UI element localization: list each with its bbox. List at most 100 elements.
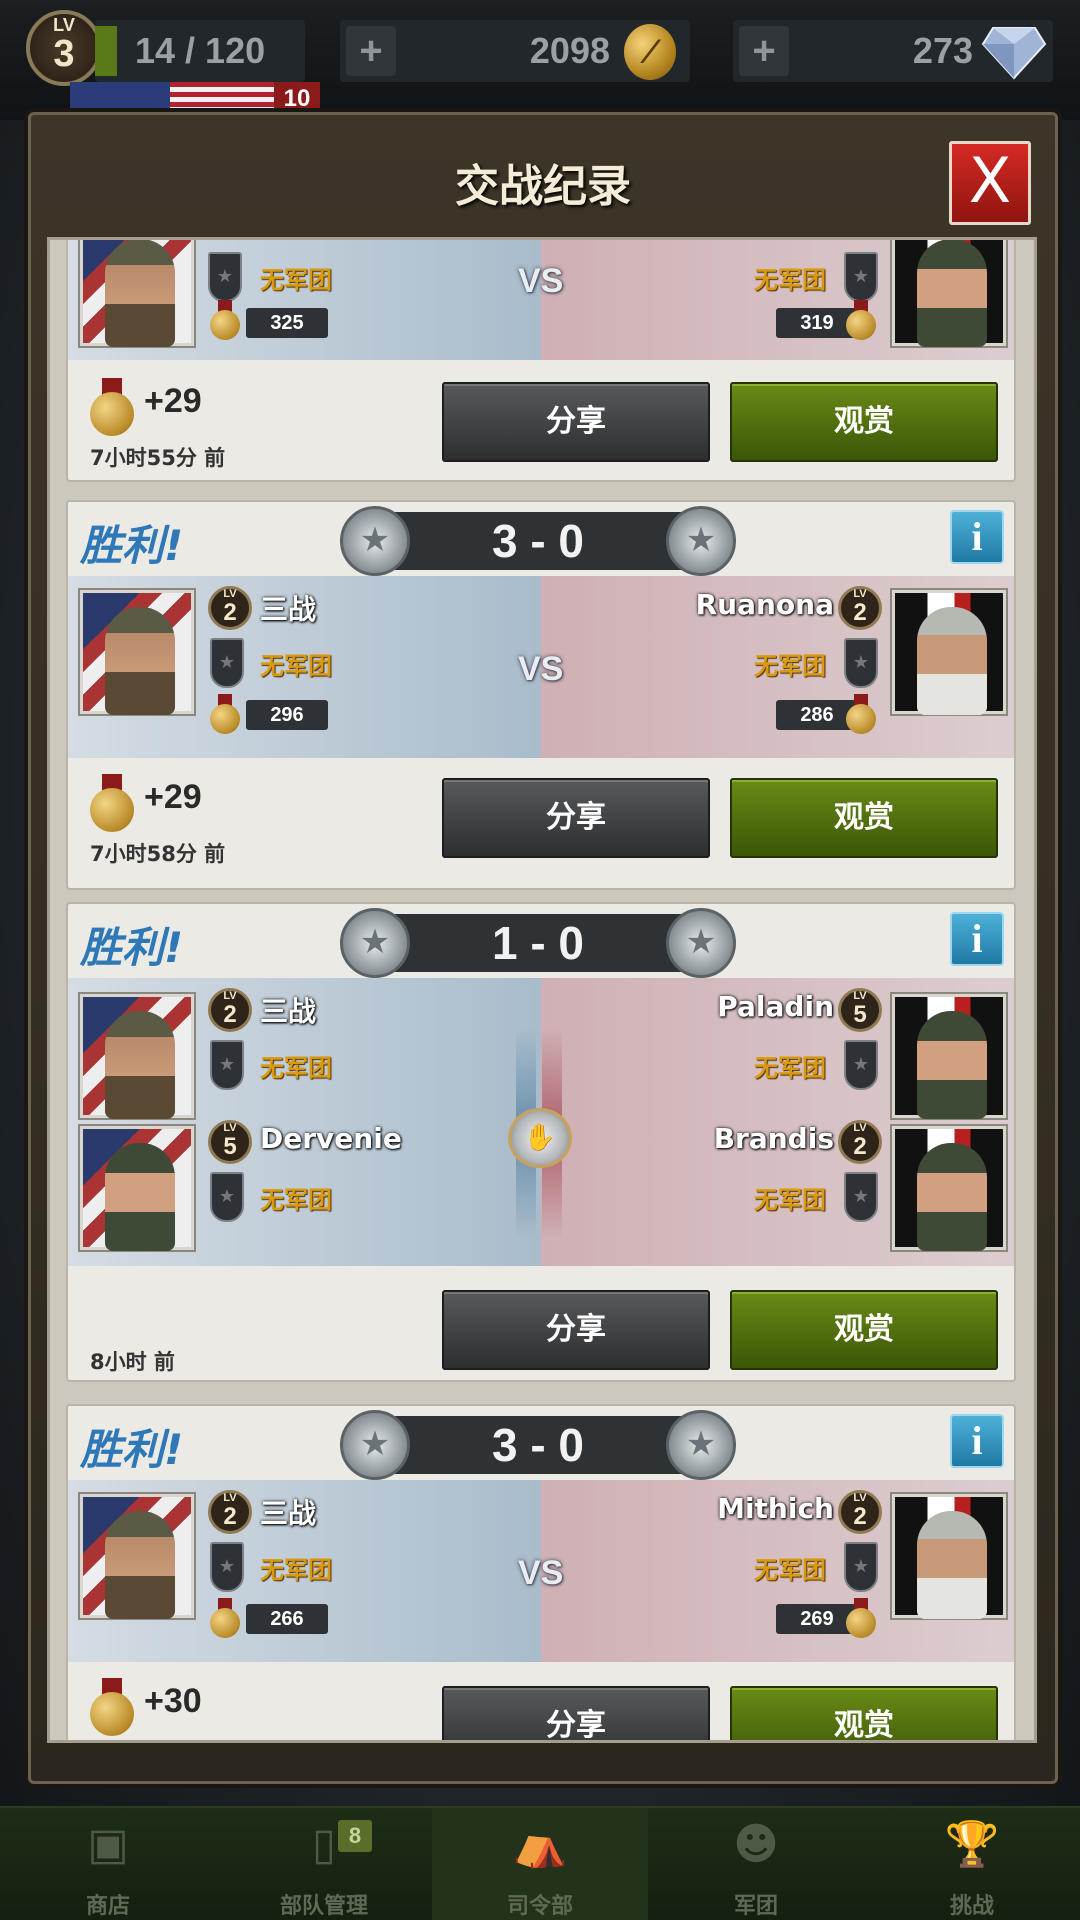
battle-record-card: ★ 无军团 325 VS 无军团 ★ 319 +29 7小时55分 前 分享 观… [66,240,1016,482]
player-portrait[interactable] [80,1494,194,1619]
tab-troops[interactable]: ▯ 8 部队管理 [216,1808,432,1920]
share-button[interactable]: 分享 [442,382,710,462]
tab-hq[interactable]: ⛺ 司令部 [432,1808,648,1920]
corps-label: 无军团 [260,266,332,294]
player-portrait[interactable] [80,240,194,347]
corps-shield-icon: ★ [844,252,878,302]
medal-gain: +29 [144,382,202,420]
diamond-icon [981,27,1047,80]
level-badge: LV 2 [208,988,252,1032]
corps-label: 无军团 [260,1186,332,1214]
teammate-name: Dervenie [260,1122,402,1155]
trophy-icon: 🏆 [944,1819,1000,1870]
corps-shield-icon: ★ [210,1542,244,1592]
hq-icon: ⛺ [512,1819,568,1870]
medal-score: 296 [246,700,328,730]
watch-button[interactable]: 观赏 [730,382,998,462]
opponent-portrait[interactable] [892,994,1006,1119]
notification-badge: 8 [338,1820,372,1852]
level-value: 2 [223,1001,237,1028]
tab-challenge[interactable]: 🏆 挑战 [864,1808,1080,1920]
flag-canton [70,82,170,116]
matchup-area: ★ 无军团 325 VS 无军团 ★ 319 [68,240,1014,360]
opponent-name: Paladin [717,990,834,1023]
player-portrait[interactable] [80,590,194,715]
gold-value: 2098 [529,30,610,71]
vs-label: VS [518,650,564,688]
player-name: 三战 [260,1497,317,1530]
vs-label: VS [518,1554,564,1592]
us-flag-banner: 10 [70,82,320,116]
medal-icon [210,1598,240,1638]
medal-icon [90,1678,134,1736]
corps-label: 无军团 [754,652,826,680]
corps-label: 无军团 [754,1054,826,1082]
score: 3 - 0 [491,515,585,567]
share-button[interactable]: 分享 [442,778,710,858]
level-badge: LV 2 [838,1490,882,1534]
level-value: 2 [853,1503,867,1530]
medal-icon [846,300,876,340]
corps-label: 无军团 [754,1186,826,1214]
corps-label: 无军团 [260,1556,332,1584]
teammate-portrait[interactable] [80,1126,194,1251]
level-badge: LV 2 [208,1490,252,1534]
medal-gain: +29 [144,778,202,816]
info-button[interactable]: i [950,912,1004,966]
tab-shop[interactable]: ▣ 商店 [0,1808,216,1920]
opponent-portrait[interactable] [892,240,1006,347]
share-button[interactable]: 分享 [442,1686,710,1740]
corps-shield-icon: ★ [844,638,878,688]
record-footer: +29 7小时55分 前 分享 观赏 [68,368,1014,478]
tab-label: 商店 [85,1894,130,1919]
watch-button[interactable]: 观赏 [730,1290,998,1370]
tab-label: 部队管理 [279,1894,368,1919]
bottom-tab-bar: ▣ 商店 ▯ 8 部队管理 ⛺ 司令部 ☻ 军团 🏆 挑战 [0,1806,1080,1920]
medal-icon [210,300,240,340]
player-level-badge[interactable]: LV 3 [26,10,102,86]
player-portrait[interactable] [80,994,194,1119]
battle-record-card: 胜利! ★ 1 - 0 ★ i LV 2 三战 ★ 无军团 LV 5 Derve… [66,902,1016,1382]
xp-counter: 14 / 120 [95,20,305,82]
level-value: 5 [223,1133,237,1160]
level-value: 2 [223,1503,237,1530]
corps-label: 无军团 [260,1054,332,1082]
gold-coin-icon: ⁄ [624,24,676,80]
time-ago: 8小时 前 [90,1350,175,1374]
level-badge: LV 2 [208,586,252,630]
info-button[interactable]: i [950,510,1004,564]
gem-value: 273 [912,30,973,71]
score-bar: ★ 3 - 0 ★ [340,1410,736,1480]
watch-button[interactable]: 观赏 [730,778,998,858]
medal-gain: +30 [144,1682,202,1720]
medal-icon [846,1598,876,1638]
matchup-area: LV 2 三战 ★ 无军团 LV 5 Dervenie ★ 无军团 ✋ Pala… [68,978,1014,1266]
star-badge-icon: ★ [666,1410,736,1480]
score: 3 - 0 [491,1419,585,1471]
record-header: 胜利! ★ 1 - 0 ★ i [68,904,1014,978]
info-button[interactable]: i [950,1414,1004,1468]
score-bar: ★ 3 - 0 ★ [340,506,736,576]
corps-label: 无军团 [754,1556,826,1584]
result-label: 胜利! [80,923,184,972]
opponent-name: Brandis [713,1122,834,1155]
share-button[interactable]: 分享 [442,1290,710,1370]
battle-record-panel: 交战纪录 X ★ 无军团 325 VS 无军团 ★ 319 +29 7小时55分… [28,112,1058,1784]
flag-count: 10 [274,82,320,116]
tab-corps[interactable]: ☻ 军团 [648,1808,864,1920]
star-badge-icon: ★ [666,908,736,978]
result-label: 胜利! [80,521,184,570]
player-level-value: 3 [53,33,75,75]
opponent-portrait[interactable] [892,590,1006,715]
score-bar: ★ 1 - 0 ★ [340,908,736,978]
add-gold-button[interactable]: + [346,26,396,76]
watch-button[interactable]: 观赏 [730,1686,998,1740]
add-gems-button[interactable]: + [739,26,789,76]
close-button[interactable]: X [949,141,1031,225]
opponent-portrait[interactable] [892,1126,1006,1251]
level-badge: LV 5 [208,1120,252,1164]
opponent-portrait[interactable] [892,1494,1006,1619]
record-list[interactable]: ★ 无军团 325 VS 无军团 ★ 319 +29 7小时55分 前 分享 观… [47,237,1037,1743]
player-level-label: LV [53,15,75,35]
corps-shield-icon: ★ [210,638,244,688]
